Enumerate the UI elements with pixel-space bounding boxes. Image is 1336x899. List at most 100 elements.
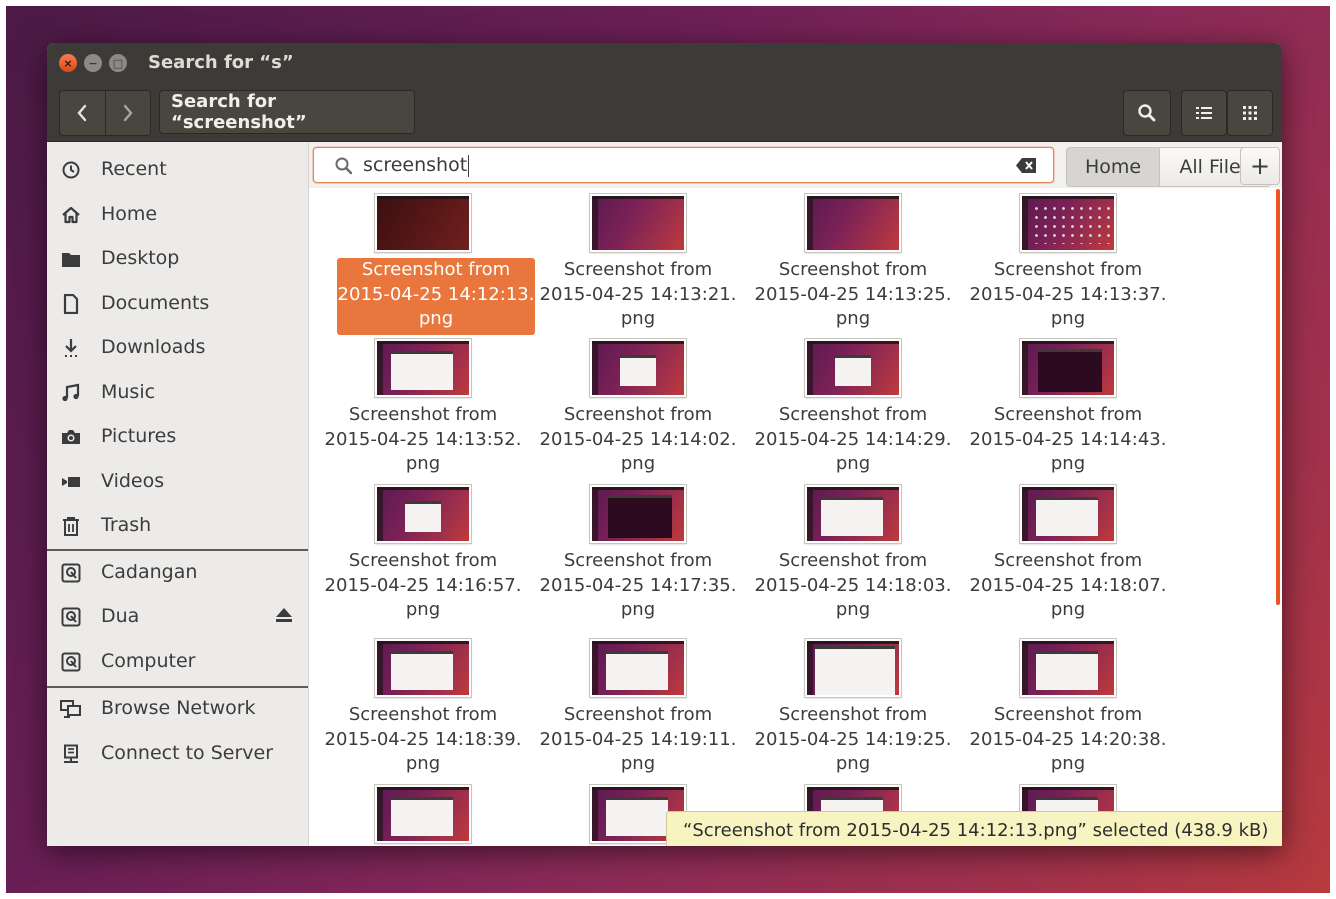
- sidebar-item-browse-network[interactable]: Browse Network: [47, 687, 308, 731]
- image-thumbnail: [1020, 639, 1116, 697]
- forward-arrow-icon: [123, 104, 133, 122]
- sidebar-item-music[interactable]: Music: [47, 371, 308, 415]
- file-name-line: Screenshot from: [348, 550, 498, 571]
- scrollbar[interactable]: [1276, 189, 1280, 605]
- file-name: Screenshot from 2015-04-25 14:13:52. png: [323, 403, 523, 477]
- image-thumbnail: [805, 339, 901, 397]
- file-name: Screenshot from 2015-04-25 14:16:57. png: [323, 549, 523, 623]
- sidebar-item-connect-to-server[interactable]: Connect to Server: [47, 732, 308, 776]
- close-window-button[interactable]: ×: [59, 54, 77, 72]
- sidebar-item-home[interactable]: Home: [47, 193, 308, 237]
- sidebar-item-label: Dua: [101, 605, 140, 627]
- file-name-line: Screenshot from: [778, 259, 928, 280]
- music-icon: [60, 383, 82, 403]
- file-name-line: 2015-04-25 14:16:57.: [324, 574, 522, 596]
- file-thumbnail: [375, 194, 471, 252]
- file-name-line: 2015-04-25 14:18:03.: [754, 574, 952, 596]
- minimize-window-button[interactable]: −: [84, 54, 102, 72]
- sidebar-item-dua[interactable]: Dua: [47, 595, 308, 639]
- navigation-buttons: [59, 90, 151, 136]
- file-name-line: 2015-04-25 14:14:43.: [969, 428, 1167, 450]
- file-name-line: png: [835, 599, 871, 620]
- list-view-button[interactable]: [1181, 90, 1227, 136]
- image-thumbnail: [1020, 339, 1116, 397]
- file-name: Screenshot from 2015-04-25 14:18:39. png: [323, 703, 523, 777]
- file-name: Screenshot from 2015-04-25 14:17:35. png: [538, 549, 738, 623]
- home-icon: [60, 205, 82, 225]
- file-name: Screenshot from 2015-04-25 14:14:29. png: [753, 403, 953, 477]
- file-name-line: Screenshot from: [778, 550, 928, 571]
- file-name: Screenshot from 2015-04-25 14:14:43. png: [968, 403, 1168, 477]
- search-toggle-button[interactable]: [1123, 90, 1171, 136]
- file-grid: Screenshot from 2015-04-25 14:12:13. png Sc…: [309, 188, 1275, 846]
- sidebar-item-downloads[interactable]: Downloads: [47, 326, 308, 370]
- search-input[interactable]: screenshot: [313, 147, 1054, 183]
- file-thumbnail: [590, 639, 686, 697]
- sidebar-item-label: Desktop: [101, 247, 180, 269]
- sidebar-item-recent[interactable]: Recent: [47, 148, 308, 192]
- forward-button[interactable]: [104, 91, 151, 135]
- file-name: Screenshot from 2015-04-25 14:14:02. png: [538, 403, 738, 477]
- file-thumbnail: [805, 485, 901, 543]
- window-title: Search for “s”: [148, 52, 294, 73]
- back-button[interactable]: [60, 91, 105, 135]
- file-name: Screenshot from 2015-04-25 14:13:37. png: [968, 258, 1168, 332]
- file-name-line: Screenshot from: [348, 404, 498, 425]
- header-bar: Search for “screenshot”: [47, 83, 1282, 142]
- drive-icon: [60, 652, 82, 672]
- file-view: screenshot Home All Files + Screenshot f…: [309, 142, 1282, 846]
- sidebar-item-pictures[interactable]: Pictures: [47, 415, 308, 459]
- sidebar-item-label: Documents: [101, 292, 210, 314]
- file-name: Screenshot from 2015-04-25 14:19:25. png: [753, 703, 953, 777]
- grid-view-button[interactable]: [1227, 90, 1273, 136]
- file-name-line: Screenshot from: [993, 404, 1143, 425]
- files-window: × − □ Search for “s” Search for “screens…: [47, 43, 1282, 846]
- eject-icon[interactable]: [274, 606, 294, 628]
- file-name-line: 2015-04-25 14:14:02.: [539, 428, 737, 450]
- image-thumbnail: [375, 485, 471, 543]
- back-arrow-icon: [77, 104, 87, 122]
- sidebar-item-label: Cadangan: [101, 561, 198, 583]
- sidebar-item-documents[interactable]: Documents: [47, 282, 308, 326]
- video-icon: [60, 472, 82, 492]
- file-thumbnail: [375, 785, 471, 843]
- file-name-line: png: [620, 453, 656, 474]
- file-name-line: Screenshot from: [778, 404, 928, 425]
- clear-search-icon[interactable]: [1015, 157, 1037, 174]
- file-thumbnail: [1020, 194, 1116, 252]
- maximize-window-button[interactable]: □: [109, 54, 127, 72]
- folder-icon: [60, 249, 82, 269]
- selection-status: “Screenshot from 2015-04-25 14:12:13.png…: [666, 811, 1282, 846]
- file-thumbnail: [590, 485, 686, 543]
- sidebar-item-desktop[interactable]: Desktop: [47, 237, 308, 281]
- file-name-line: png: [405, 453, 441, 474]
- sidebar-item-videos[interactable]: Videos: [47, 460, 308, 504]
- file-name-line: png: [620, 599, 656, 620]
- file-name-line: Screenshot from: [563, 550, 713, 571]
- scope-home-button[interactable]: Home: [1067, 148, 1159, 186]
- file-name-line: 2015-04-25 14:20:38.: [969, 728, 1167, 750]
- file-name-line: 2015-04-25 14:17:35.: [539, 574, 737, 596]
- image-thumbnail: [375, 194, 471, 252]
- add-search-criteria-button[interactable]: +: [1240, 147, 1280, 185]
- file-name-line: Screenshot from: [778, 704, 928, 725]
- sidebar-item-cadangan[interactable]: Cadangan: [47, 551, 308, 595]
- file-thumbnail: [590, 339, 686, 397]
- sidebar-item-trash[interactable]: Trash: [47, 504, 308, 548]
- sidebar: Recent Home Desktop Documents Downloads …: [47, 142, 309, 846]
- file-name-line: Screenshot from: [563, 259, 713, 280]
- file-thumbnail: [1020, 339, 1116, 397]
- image-thumbnail: [375, 339, 471, 397]
- file-name-line: png: [418, 308, 454, 329]
- file-name-line: 2015-04-25 14:13:37.: [969, 283, 1167, 305]
- network-icon: [60, 699, 82, 719]
- search-icon: [1138, 104, 1156, 122]
- location-path-button[interactable]: Search for “screenshot”: [159, 90, 415, 134]
- file-name-line: 2015-04-25 14:13:25.: [754, 283, 952, 305]
- file-name-line: Screenshot from: [348, 704, 498, 725]
- file-thumbnail: [590, 194, 686, 252]
- download-icon: [60, 338, 82, 358]
- file-name-line: Screenshot from: [993, 550, 1143, 571]
- sidebar-item-computer[interactable]: Computer: [47, 640, 308, 684]
- sidebar-item-label: Connect to Server: [101, 742, 274, 764]
